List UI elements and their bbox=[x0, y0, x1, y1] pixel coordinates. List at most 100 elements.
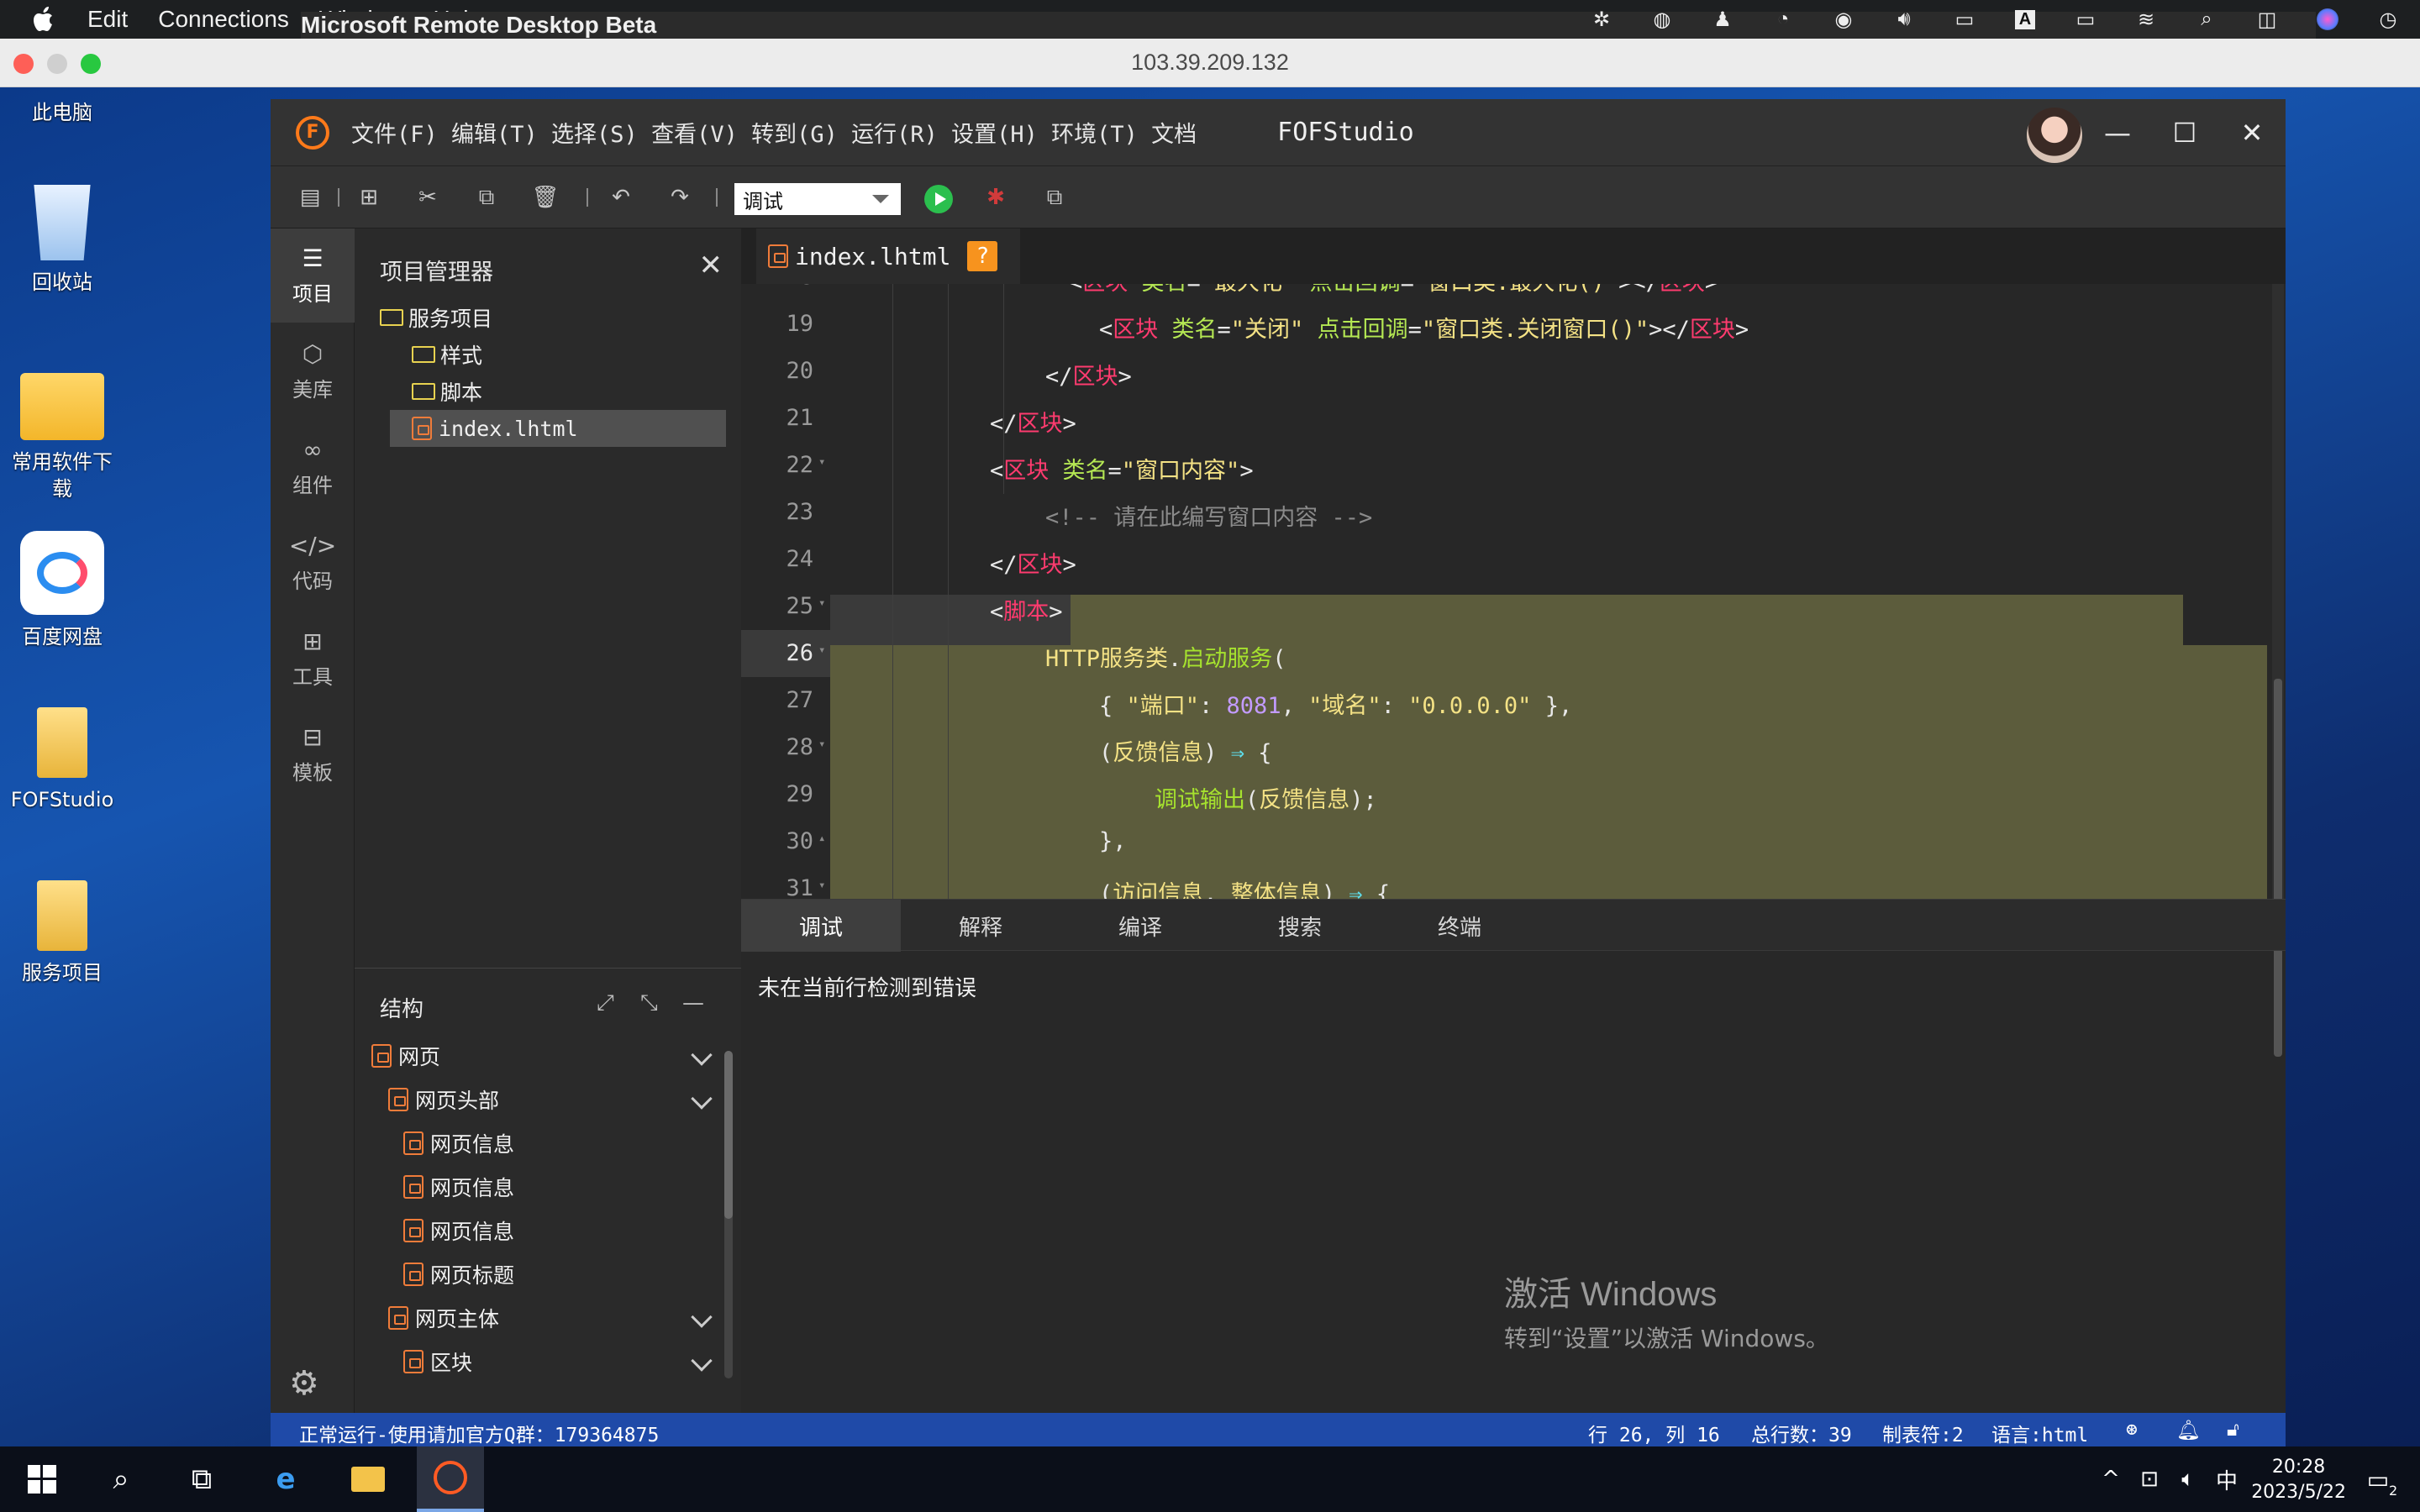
copy-icon[interactable]: ⧉ bbox=[472, 183, 501, 212]
undo-icon[interactable]: ↶ bbox=[607, 183, 635, 212]
siri-icon[interactable] bbox=[2312, 4, 2343, 34]
search-icon[interactable]: ⌕ bbox=[2191, 4, 2222, 34]
run-icon[interactable] bbox=[924, 185, 953, 213]
desktop-icon-service-project[interactable]: 服务项目 bbox=[3, 880, 121, 986]
status-icon[interactable]: ✲ bbox=[1586, 4, 1617, 34]
editor-tab-index[interactable]: index.lhtml ? bbox=[756, 228, 1020, 284]
loading-icon[interactable]: ◔ bbox=[1768, 4, 1798, 34]
taskbar-clock[interactable]: 20:28 2023/5/22 bbox=[2251, 1455, 2346, 1505]
tab-compile[interactable]: 编译 bbox=[1060, 900, 1220, 952]
chevron-down-icon[interactable] bbox=[691, 1350, 713, 1372]
fold-icon[interactable]: ▴ bbox=[818, 832, 825, 845]
close-button[interactable]: ✕ bbox=[2218, 99, 2286, 166]
save-all-icon[interactable]: ⊞ bbox=[355, 183, 383, 212]
tree-item-root[interactable]: 服务项目 bbox=[355, 299, 741, 336]
fold-icon[interactable]: ▾ bbox=[818, 596, 825, 610]
structure-node[interactable]: 网页标题 bbox=[355, 1252, 716, 1296]
internet-explorer-icon[interactable]: e bbox=[252, 1446, 319, 1512]
desktop-icon-this-pc[interactable]: 此电脑 bbox=[3, 99, 121, 126]
language-mode[interactable]: 语言:html bbox=[1991, 1419, 2088, 1446]
delete-icon[interactable]: 🗑︎ bbox=[531, 183, 560, 212]
sync-icon[interactable]: ⊛ bbox=[2126, 1419, 2138, 1441]
mode-select[interactable]: 调试 bbox=[734, 183, 901, 215]
structure-node[interactable]: 网页 bbox=[355, 1034, 716, 1078]
fofstudio-taskbar-icon[interactable] bbox=[417, 1446, 484, 1512]
unlock-icon[interactable]: 🔓︎ bbox=[2227, 1419, 2239, 1441]
debug-bug-icon[interactable]: ✱ bbox=[981, 183, 1010, 212]
clock-icon[interactable]: ◷ bbox=[2373, 4, 2403, 34]
file-explorer-icon[interactable] bbox=[334, 1446, 402, 1512]
battery-icon[interactable]: ▭ bbox=[2070, 4, 2101, 34]
code-area[interactable]: 18<区块 类名="最大化" 点击回调="窗口类.最大化()"></区块> 19… bbox=[741, 284, 2286, 899]
tab-terminal[interactable]: 终端 bbox=[1380, 900, 1539, 952]
menu-connections[interactable]: Connections bbox=[158, 6, 289, 33]
cut-icon[interactable]: ✂ bbox=[413, 183, 442, 212]
unsaved-help-icon[interactable]: ? bbox=[967, 241, 998, 271]
chevron-down-icon[interactable] bbox=[691, 1088, 713, 1110]
desktop-icon-recycle-bin[interactable]: 回收站 bbox=[3, 185, 121, 296]
zoom-window-button[interactable] bbox=[81, 54, 101, 74]
structure-node[interactable]: 网页主体 bbox=[355, 1296, 716, 1340]
collapse-all-icon[interactable]: ⤡ bbox=[640, 990, 658, 1016]
user-avatar[interactable] bbox=[2027, 108, 2082, 163]
sidebar-item-project[interactable]: ☰ 项目 bbox=[271, 228, 355, 323]
structure-node[interactable]: 区块 bbox=[355, 1340, 716, 1383]
editor-scrollbar[interactable] bbox=[2272, 284, 2284, 1057]
tab-search[interactable]: 搜索 bbox=[1220, 900, 1380, 952]
tab-size[interactable]: 制表符:2 bbox=[1882, 1419, 1964, 1446]
structure-node[interactable]: 网页信息 bbox=[355, 1209, 716, 1252]
close-icon[interactable]: ✕ bbox=[699, 249, 723, 282]
minimize-panel-icon[interactable]: — bbox=[682, 990, 704, 1016]
fold-icon[interactable]: ▾ bbox=[818, 738, 825, 751]
structure-node[interactable]: 网页信息 bbox=[355, 1121, 716, 1165]
sidebar-item-library[interactable]: ⬡ 美库 bbox=[271, 324, 355, 418]
structure-node[interactable]: 网页头部 bbox=[355, 1078, 716, 1121]
menu-edit[interactable]: Edit bbox=[87, 6, 128, 33]
chevron-down-icon[interactable] bbox=[691, 1306, 713, 1328]
control-center-icon[interactable]: ◫ bbox=[2252, 4, 2282, 34]
gear-icon[interactable]: ⚙ bbox=[289, 1364, 319, 1403]
fold-icon[interactable]: ▾ bbox=[818, 643, 825, 657]
search-icon[interactable]: ⌕ bbox=[87, 1446, 155, 1512]
wifi-icon[interactable]: ≋ bbox=[2131, 4, 2161, 34]
tree-item-styles[interactable]: 样式 bbox=[355, 336, 741, 373]
minimize-window-button[interactable] bbox=[47, 54, 67, 74]
structure-node[interactable]: 网页信息 bbox=[355, 1165, 716, 1209]
wechat-icon[interactable]: ◍ bbox=[1647, 4, 1677, 34]
desktop-icon-software[interactable]: 常用软件下载 bbox=[3, 366, 121, 502]
chevron-down-icon[interactable] bbox=[691, 1044, 713, 1066]
app-menu[interactable]: 文件(F) 编辑(T) 选择(S) 查看(V) 转到(G) 运行(R) 设置(H… bbox=[351, 116, 1197, 149]
apple-icon[interactable] bbox=[32, 5, 57, 34]
sidebar-item-code[interactable]: </> 代码 bbox=[271, 516, 355, 610]
tab-debug[interactable]: 调试 bbox=[741, 900, 901, 952]
maximize-button[interactable]: ☐ bbox=[2151, 99, 2218, 166]
desktop-icon-baidu-netdisk[interactable]: 百度网盘 bbox=[3, 531, 121, 650]
input-source-icon[interactable]: A bbox=[2010, 4, 2040, 34]
expand-all-icon[interactable]: ⤢ bbox=[597, 990, 614, 1016]
windows-start-icon[interactable] bbox=[8, 1446, 76, 1512]
task-view-icon[interactable]: ⧉ bbox=[168, 1446, 235, 1512]
fold-icon[interactable]: ▾ bbox=[818, 879, 825, 892]
ime-indicator[interactable]: 中 bbox=[2193, 1446, 2260, 1512]
display-icon[interactable]: ▭ bbox=[1949, 4, 1980, 34]
minimize-button[interactable]: — bbox=[2084, 99, 2151, 166]
tree-item-scripts[interactable]: 脚本 bbox=[355, 373, 741, 410]
qq-icon[interactable]: ♟ bbox=[1707, 4, 1738, 34]
tab-interpret[interactable]: 解释 bbox=[901, 900, 1060, 952]
redo-icon[interactable]: ↷ bbox=[666, 183, 694, 212]
cursor-position[interactable]: 行 26, 列 16 bbox=[1588, 1419, 1720, 1446]
sidebar-item-templates[interactable]: ⊟ 模板 bbox=[271, 707, 355, 801]
sidebar-item-components[interactable]: ∞ 组件 bbox=[271, 420, 355, 514]
desktop-icon-fofstudio[interactable]: FOFStudio bbox=[3, 707, 121, 813]
tree-item-index-file[interactable]: index.lhtml bbox=[390, 410, 726, 447]
vpn-icon[interactable]: ◉ bbox=[1828, 4, 1859, 34]
save-icon[interactable]: ▤ bbox=[296, 183, 324, 212]
sidebar-item-tools[interactable]: ⊞ 工具 bbox=[271, 612, 355, 706]
bell-icon[interactable]: 🔔︎ bbox=[2176, 1419, 2201, 1441]
fold-icon[interactable]: ▾ bbox=[818, 455, 825, 469]
structure-scrollbar[interactable] bbox=[724, 1051, 733, 1378]
notification-center-icon[interactable]: ▭ 2 bbox=[2344, 1446, 2412, 1512]
close-window-button[interactable] bbox=[13, 54, 34, 74]
volume-icon[interactable]: 🔊︎ bbox=[1889, 4, 1919, 34]
inspect-icon[interactable]: ⧉ bbox=[1040, 183, 1069, 212]
